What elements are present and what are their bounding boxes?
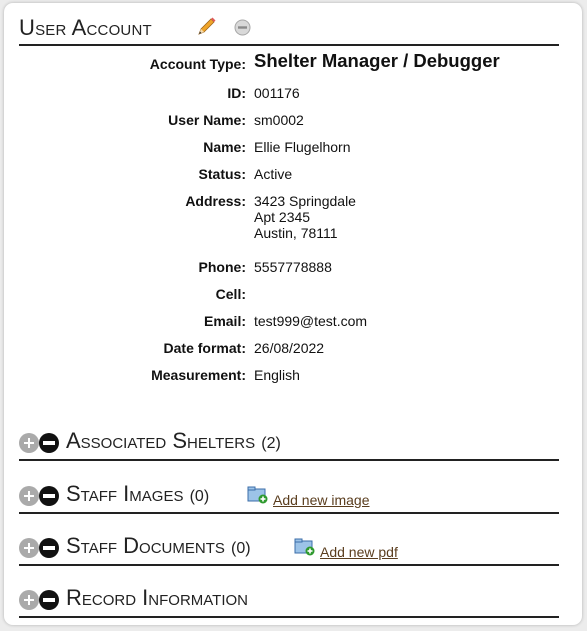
field-label: Address:: [185, 193, 246, 209]
plus-circle-icon[interactable]: [19, 590, 39, 610]
field-label: Date format:: [163, 340, 246, 356]
field-label: Measurement:: [151, 367, 246, 383]
field-value: 5557778888: [254, 259, 332, 275]
field-value: Shelter Manager / Debugger: [254, 50, 500, 71]
section-record-information: Record Information: [19, 585, 559, 618]
add-new-image-link[interactable]: Add new image: [273, 492, 370, 508]
field-label: Cell:: [215, 286, 246, 302]
field-label: Status:: [198, 166, 246, 182]
field-value: 3423 Springdale Apt 2345 Austin, 78111: [254, 193, 356, 241]
folder-add-icon[interactable]: [247, 486, 269, 504]
field-value: sm0002: [254, 112, 304, 128]
section-toggle[interactable]: [19, 538, 61, 558]
section-title[interactable]: Staff Images (0): [66, 481, 209, 507]
plus-circle-icon[interactable]: [19, 538, 39, 558]
section-title[interactable]: Staff Documents (0): [66, 533, 251, 559]
section-associated-shelters: Associated Shelters (2): [19, 428, 559, 461]
field-label: User Name:: [168, 112, 246, 128]
section-toggle[interactable]: [19, 590, 61, 610]
plus-circle-icon[interactable]: [19, 486, 39, 506]
page-title: User Account: [19, 15, 152, 40]
field-value: 26/08/2022: [254, 340, 325, 356]
field-label: Phone:: [198, 259, 246, 275]
minus-circle-icon[interactable]: [39, 486, 59, 506]
field-value: Active: [254, 166, 293, 182]
field-value: test999@test.com: [254, 313, 368, 329]
minus-circle-icon[interactable]: [39, 590, 59, 610]
field-value: 001176: [254, 85, 300, 101]
pencil-icon[interactable]: [195, 16, 217, 38]
plus-circle-icon[interactable]: [19, 433, 39, 453]
field-value: English: [254, 367, 300, 383]
add-new-pdf-link[interactable]: Add new pdf: [320, 544, 398, 560]
minus-circle-icon[interactable]: [39, 433, 59, 453]
user-account-header: User Account: [19, 13, 559, 46]
user-account-panel: User Account Account Type: Shelter Manag…: [4, 3, 582, 625]
section-title[interactable]: Record Information: [66, 585, 248, 611]
folder-add-icon[interactable]: [294, 538, 316, 556]
field-label: Email:: [203, 313, 246, 329]
minus-circle-icon[interactable]: [39, 538, 59, 558]
section-count: (2): [261, 435, 281, 452]
section-count: (0): [231, 540, 251, 557]
field-label: Name:: [203, 139, 246, 155]
field-label: Account Type:: [149, 56, 246, 72]
section-title[interactable]: Associated Shelters (2): [66, 428, 281, 454]
field-value: Ellie Flugelhorn: [254, 139, 351, 155]
minus-circle-icon[interactable]: [234, 19, 251, 36]
field-label: ID:: [227, 85, 246, 101]
section-staff-images: Staff Images (0) Add new image: [19, 481, 559, 514]
section-toggle[interactable]: [19, 433, 61, 453]
section-toggle[interactable]: [19, 486, 61, 506]
section-staff-documents: Staff Documents (0) Add new pdf: [19, 533, 559, 566]
section-count: (0): [189, 488, 210, 505]
